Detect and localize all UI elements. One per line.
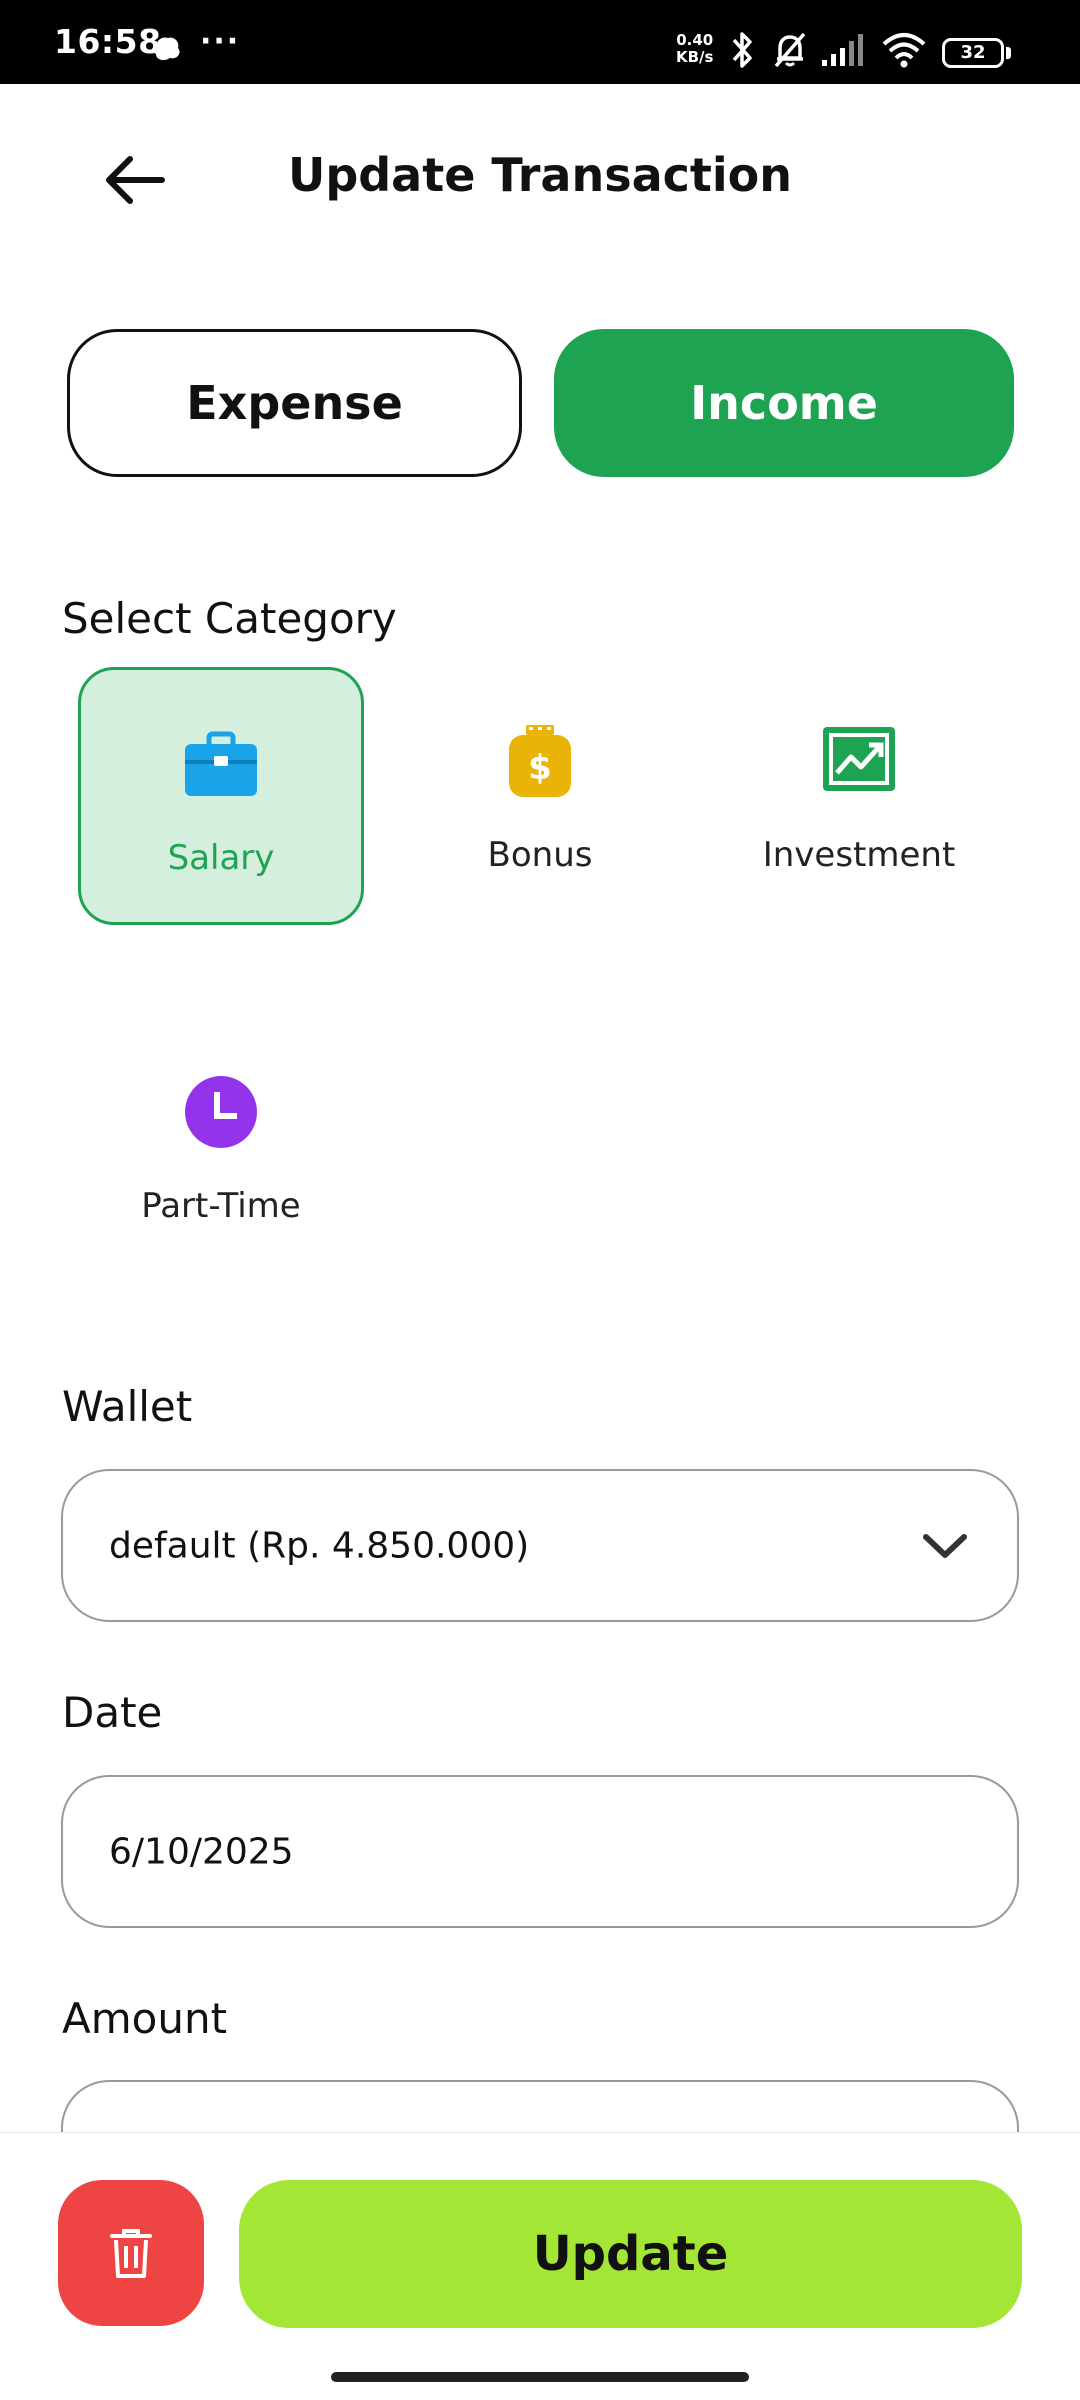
- amount-label: Amount: [62, 1994, 228, 2043]
- battery-tip: [1006, 47, 1011, 59]
- amount-field[interactable]: [61, 2080, 1019, 2132]
- signal-icon: [822, 34, 863, 66]
- wifi-icon: [882, 33, 926, 68]
- delete-button[interactable]: [58, 2180, 204, 2326]
- date-label: Date: [62, 1688, 163, 1737]
- category-section-label: Select Category: [62, 594, 397, 643]
- category-part-time[interactable]: Part-Time: [78, 1018, 364, 1276]
- wallet-label: Wallet: [62, 1382, 193, 1431]
- battery-icon: 32: [942, 38, 1004, 68]
- amount-field-clip: [0, 2078, 1080, 2132]
- category-salary[interactable]: Salary: [78, 667, 364, 925]
- briefcase-icon: [185, 731, 257, 796]
- trash-icon: [110, 2229, 152, 2278]
- bell-muted-icon: [774, 32, 806, 68]
- status-more-icon: ···: [200, 24, 241, 59]
- bluetooth-icon: [732, 32, 752, 68]
- money-bag-icon: $: [509, 725, 571, 797]
- svg-text:$: $: [528, 748, 552, 788]
- category-label: Part-Time: [141, 1186, 301, 1226]
- category-label: Bonus: [487, 835, 593, 875]
- expense-toggle-button[interactable]: Expense: [67, 329, 522, 477]
- wallet-select-value: default (Rp. 4.850.000): [109, 1525, 530, 1566]
- category-investment[interactable]: Investment: [716, 667, 1002, 925]
- category-bonus[interactable]: $ Bonus: [397, 667, 683, 925]
- page-title: Update Transaction: [287, 148, 793, 202]
- wallet-select[interactable]: default (Rp. 4.850.000): [61, 1469, 1019, 1622]
- status-bar: 16:58 ··· 0.40 KB/s 32: [0, 0, 1080, 84]
- home-indicator[interactable]: [331, 2372, 749, 2382]
- network-speed-unit: KB/s: [676, 48, 714, 66]
- chart-line-icon: [823, 727, 895, 791]
- category-label: Investment: [762, 835, 956, 875]
- clock-icon: [185, 1076, 257, 1148]
- app-notification-icon: [153, 37, 180, 61]
- status-time: 16:58: [54, 22, 162, 61]
- date-field[interactable]: 6/10/2025: [61, 1775, 1019, 1928]
- network-speed: 0.40 KB/s: [676, 32, 713, 66]
- category-label: Salary: [167, 838, 275, 878]
- update-button[interactable]: Update: [239, 2180, 1022, 2328]
- income-toggle-button[interactable]: Income: [554, 329, 1014, 477]
- network-speed-value: 0.40: [676, 31, 714, 49]
- date-field-value: 6/10/2025: [109, 1831, 294, 1872]
- chevron-down-icon: [923, 1534, 967, 1558]
